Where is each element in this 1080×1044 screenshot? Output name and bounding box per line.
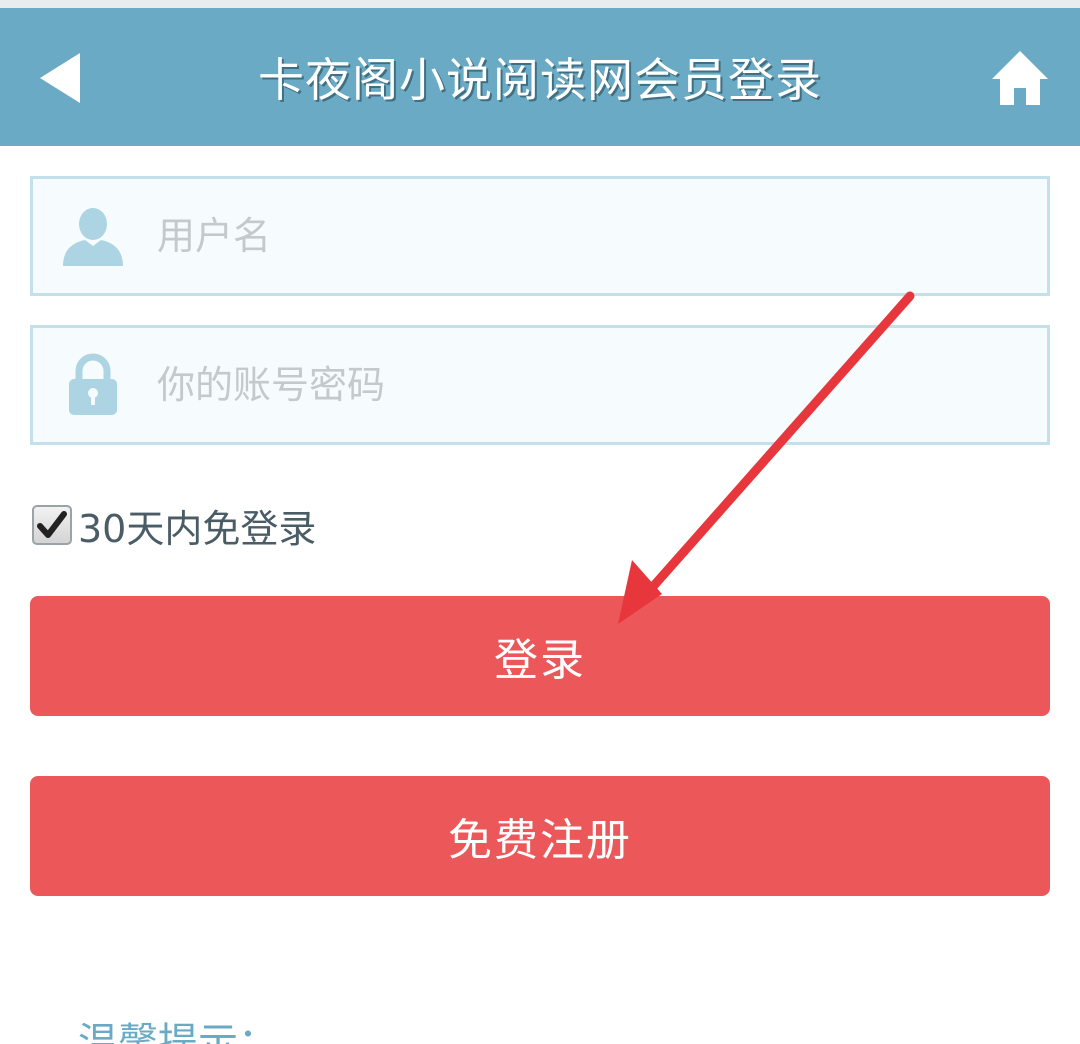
remember-me-row: 30天内免登录	[32, 490, 316, 560]
remember-me-checkbox[interactable]	[32, 505, 72, 545]
status-divider	[0, 0, 1080, 8]
username-field[interactable]	[30, 176, 1050, 296]
home-button[interactable]	[980, 38, 1060, 118]
username-input[interactable]	[157, 179, 1047, 293]
tips-heading: 温馨提示：	[78, 1020, 278, 1044]
page-title: 卡夜阁小说阅读网会员登录	[258, 53, 822, 107]
password-field[interactable]	[30, 325, 1050, 445]
checkmark-icon	[37, 511, 67, 538]
login-button[interactable]: 登录	[30, 596, 1050, 716]
login-page: 卡夜阁小说阅读网会员登录 用户名 30天内免登录 登录 免费注册 温馨提示：	[0, 0, 1080, 1044]
user-icon	[33, 179, 153, 293]
header-bar: 卡夜阁小说阅读网会员登录	[0, 8, 1080, 146]
home-icon	[992, 51, 1048, 105]
register-button[interactable]: 免费注册	[30, 776, 1050, 896]
back-button[interactable]	[20, 38, 100, 118]
password-input[interactable]	[157, 328, 1047, 442]
remember-me-label: 30天内免登录	[78, 506, 317, 551]
back-arrow-icon	[40, 53, 80, 103]
lock-icon	[33, 328, 153, 442]
